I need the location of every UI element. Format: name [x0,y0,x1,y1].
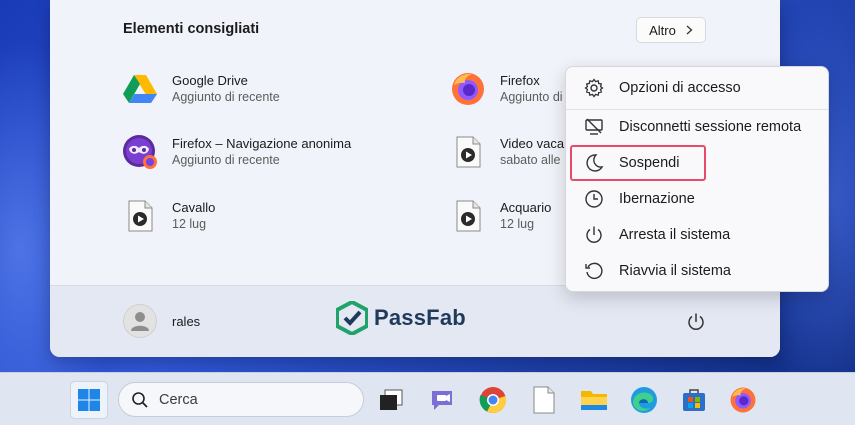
menu-item-label: Opzioni di accesso [619,80,741,96]
task-view-icon [380,389,403,410]
video-file-icon [450,198,486,234]
taskbar-task-view[interactable] [374,383,408,417]
user-icon [131,312,149,331]
firefox-icon [730,387,756,413]
item-subtitle: 12 lug [172,217,207,231]
start-menu-footer: rales PassFab [50,285,780,357]
search-placeholder: Cerca [159,391,198,408]
store-icon [683,389,705,411]
user-name: rales [172,313,201,329]
firefox-icon [450,71,486,107]
disconnect-icon [583,116,605,138]
taskbar: Cerca [0,372,855,425]
menu-item-sign-in-options[interactable]: Opzioni di accesso [571,71,825,105]
menu-item-label: Disconnetti sessione remota [619,119,802,135]
search-input[interactable]: Cerca [118,382,364,417]
google-drive-icon [122,71,158,107]
restart-icon [583,260,605,282]
chrome-icon [479,387,507,414]
item-name: Google Drive [172,73,248,88]
item-name: Firefox [500,73,540,88]
item-subtitle: Aggiunto di recente [172,90,280,104]
taskbar-file[interactable] [527,383,561,417]
item-subtitle: Aggiunto di recente [172,153,280,167]
menu-item-disconnect[interactable]: Disconnetti sessione remota [571,110,825,144]
more-button[interactable]: Altro [636,17,706,43]
item-name: Video vaca [500,136,565,151]
video-file-icon [450,134,486,170]
sleep-highlight-box [570,145,706,181]
chevron-right-icon [686,25,693,35]
more-button-label: Altro [649,22,676,38]
menu-item-hibernate[interactable]: Ibernazione [571,182,825,216]
item-name: Cavallo [172,200,216,215]
taskbar-chat[interactable] [425,383,459,417]
item-name: Firefox – Navigazione anonima [172,136,352,151]
section-title: Elementi consigliati [123,21,260,37]
recommended-item[interactable]: Acquario 12 lug [450,196,551,236]
file-icon [533,386,555,414]
edge-icon [631,387,657,413]
logo-text: PassFab [374,305,466,330]
taskbar-store[interactable] [677,383,711,417]
windows-start-icon [78,389,100,411]
power-icon [688,313,704,330]
recommended-item[interactable]: Firefox Aggiunto di [450,69,563,109]
menu-item-label: Riavvia il sistema [619,263,731,279]
recommended-item[interactable]: Firefox – Navigazione anonima Aggiunto d… [122,132,351,172]
recommended-item[interactable]: Cavallo 12 lug [122,196,215,236]
item-subtitle: 12 lug [500,217,535,231]
avatar [123,304,157,338]
menu-item-shutdown[interactable]: Arresta il sistema [571,218,825,252]
item-subtitle: sabato alle [500,153,561,167]
gear-icon [583,77,605,99]
video-file-icon [122,198,158,234]
recommended-item[interactable]: Video vaca sabato alle [450,132,564,172]
recommended-item[interactable]: Google Drive Aggiunto di recente [122,69,280,109]
taskbar-firefox[interactable] [726,383,760,417]
passfab-logo: PassFab [336,301,466,335]
power-icon [583,224,605,246]
menu-item-restart[interactable]: Riavvia il sistema [571,254,825,288]
start-button[interactable] [70,381,108,419]
menu-item-label: Arresta il sistema [619,227,731,243]
taskbar-file-explorer[interactable] [577,383,611,417]
menu-item-label: Ibernazione [619,191,695,207]
passfab-logo-icon [336,301,368,335]
teams-chat-icon [432,391,452,410]
item-name: Acquario [500,200,552,215]
power-button[interactable] [683,309,709,335]
clock-icon [583,188,605,210]
search-icon [132,391,148,408]
user-account[interactable]: rales [123,304,200,338]
firefox-private-icon [122,134,158,170]
taskbar-chrome[interactable] [476,383,510,417]
taskbar-edge[interactable] [627,383,661,417]
item-subtitle: Aggiunto di [500,90,563,104]
file-explorer-icon [581,391,607,410]
